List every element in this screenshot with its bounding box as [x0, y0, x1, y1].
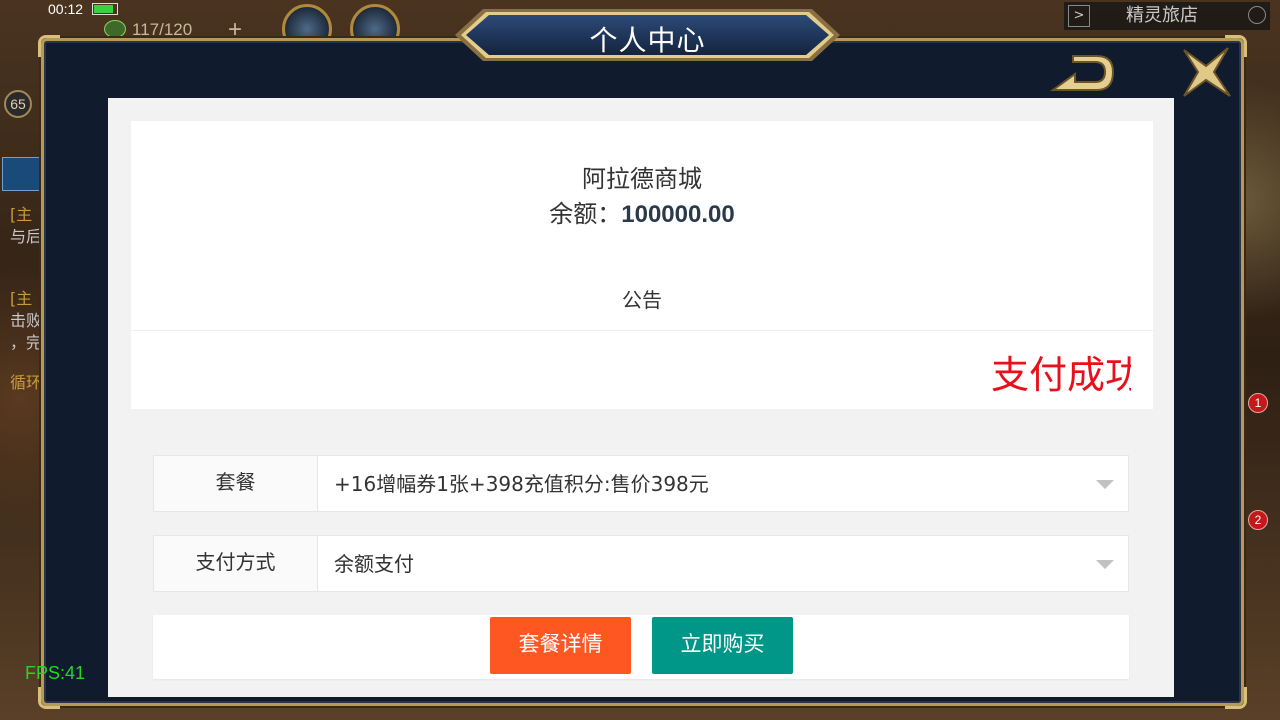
balance-label: 余额： [549, 200, 622, 228]
modal-title: 个人中心 [589, 24, 706, 57]
quest-toggle-icon[interactable] [2, 157, 42, 191]
close-button[interactable] [1178, 44, 1234, 100]
payment-value[interactable]: 余额支付 [334, 536, 414, 591]
marquee-text: 支付成功 [991, 353, 1131, 397]
quest-line: 击败 [10, 311, 43, 330]
chevron-down-icon[interactable] [1096, 480, 1114, 489]
store-webview: 阿拉德商城 余额：100000.00 公告 支付成功 套餐 +16增幅券1张+3… [108, 98, 1174, 697]
back-button[interactable] [1045, 50, 1119, 98]
energy-counter: 117/120 [132, 20, 193, 39]
chevron-down-icon[interactable] [1096, 560, 1114, 569]
payment-method-select[interactable]: 支付方式 余额支付 [153, 535, 1129, 592]
package-details-button[interactable]: 套餐详情 [490, 617, 631, 674]
quest-line: [主 [10, 289, 33, 308]
payment-label: 支付方式 [154, 536, 318, 591]
quest-tracker[interactable]: [主 与后 [主 击败 ，完 循环 [0, 155, 44, 415]
balance-value: 100000.00 [621, 201, 735, 228]
store-name: 阿拉德商城 [582, 165, 702, 193]
store-header-card: 阿拉德商城 余额：100000.00 公告 支付成功 [131, 121, 1153, 409]
frame-corner [1225, 687, 1247, 709]
package-value[interactable]: +16增幅券1张+398充值积分:售价398元 [334, 456, 709, 511]
action-bar: 套餐详情 立即购买 [153, 615, 1129, 679]
back-arrow-icon [1049, 55, 1115, 91]
player-level-badge: 65 [4, 90, 32, 118]
quest-line: 与后 [10, 227, 43, 246]
quest-line: [主 [10, 205, 33, 224]
package-select[interactable]: 套餐 +16增幅券1张+398充值积分:售价398元 [153, 455, 1129, 512]
notice-title: 公告 [622, 288, 662, 312]
game-hud-top: 00:12 117/120 + [0, 0, 460, 54]
battery-fill [94, 5, 113, 13]
search-icon[interactable] [1248, 6, 1266, 24]
quest-line: 循环 [10, 373, 43, 392]
expand-arrow-icon[interactable]: > [1068, 5, 1090, 27]
notification-badge: 1 [1248, 393, 1268, 413]
close-icon [1183, 47, 1231, 97]
notification-badge: 2 [1248, 510, 1268, 530]
battery-icon [92, 3, 118, 15]
quest-line: ，完 [10, 333, 43, 352]
package-label: 套餐 [154, 456, 318, 511]
shop-shortcut[interactable]: > 精灵旅店 [1064, 2, 1270, 30]
energy-leaf-icon [104, 20, 126, 38]
clock: 00:12 [48, 1, 84, 17]
frame-corner [38, 687, 60, 709]
frame-corner [38, 35, 60, 57]
notice-marquee: 支付成功 [131, 331, 1131, 409]
modal-title-plate: 个人中心 [455, 7, 840, 63]
shop-name: 精灵旅店 [1126, 5, 1198, 26]
buy-now-button[interactable]: 立即购买 [652, 617, 793, 674]
fps-counter: FPS:41 [25, 663, 86, 683]
balance-line: 余额：100000.00 [131, 194, 1153, 229]
